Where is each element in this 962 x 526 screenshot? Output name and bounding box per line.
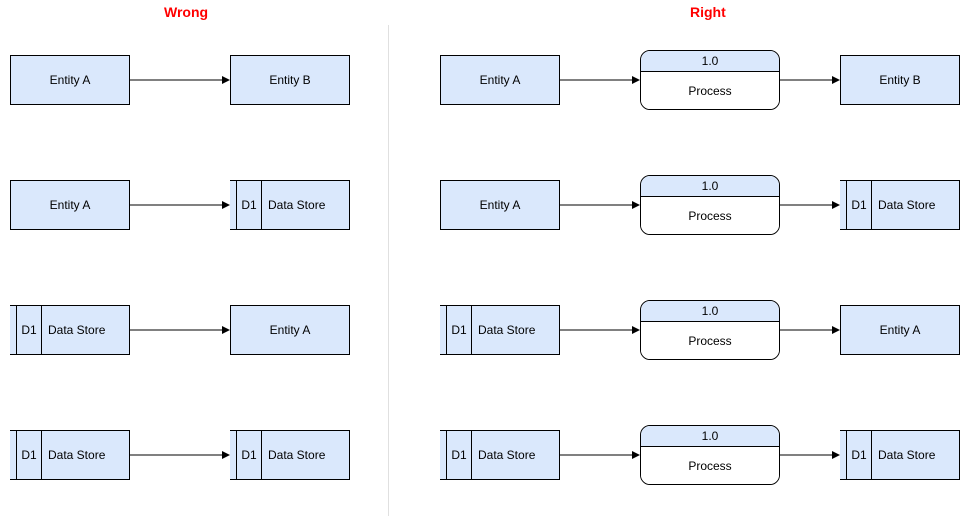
datastore-name: Data Store	[472, 306, 559, 354]
right-r1-process: 1.0 Process	[640, 50, 780, 110]
datastore-name: Data Store	[472, 431, 559, 479]
wrong-r2-entity-a: Entity A	[10, 180, 130, 230]
entity-label: Entity A	[480, 73, 521, 87]
process-id: 1.0	[641, 301, 779, 322]
datastore-name: Data Store	[872, 181, 959, 229]
datastore-name: Data Store	[42, 431, 129, 479]
entity-label: Entity A	[50, 73, 91, 87]
right-r2-arrow1	[560, 201, 640, 209]
right-r4-datastore-right: D1 Data Store	[840, 430, 960, 480]
datastore-id: D1	[237, 431, 262, 479]
process-id: 1.0	[641, 51, 779, 72]
right-r3-arrow2	[780, 326, 840, 334]
datastore-edge	[840, 181, 847, 229]
datastore-id: D1	[17, 306, 42, 354]
datastore-name: Data Store	[872, 431, 959, 479]
column-divider	[388, 25, 389, 516]
datastore-id: D1	[447, 431, 472, 479]
wrong-r2-arrow	[130, 201, 230, 209]
entity-label: Entity A	[50, 198, 91, 212]
process-name: Process	[641, 197, 779, 234]
datastore-id: D1	[847, 431, 872, 479]
entity-label: Entity B	[269, 73, 310, 87]
datastore-edge	[840, 431, 847, 479]
wrong-r2-datastore: D1 Data Store	[230, 180, 350, 230]
right-r1-arrow2	[780, 76, 840, 84]
datastore-name: Data Store	[262, 431, 349, 479]
wrong-r1-entity-a: Entity A	[10, 55, 130, 105]
datastore-name: Data Store	[262, 181, 349, 229]
wrong-r3-arrow	[130, 326, 230, 334]
wrong-r3-datastore: D1 Data Store	[10, 305, 130, 355]
datastore-id: D1	[847, 181, 872, 229]
datastore-edge	[230, 431, 237, 479]
process-name: Process	[641, 447, 779, 484]
entity-label: Entity B	[879, 73, 920, 87]
right-r4-process: 1.0 Process	[640, 425, 780, 485]
wrong-r4-datastore-right: D1 Data Store	[230, 430, 350, 480]
right-r1-arrow1	[560, 76, 640, 84]
datastore-edge	[10, 306, 17, 354]
datastore-edge	[440, 306, 447, 354]
process-name: Process	[641, 72, 779, 109]
right-r3-entity-a: Entity A	[840, 305, 960, 355]
datastore-edge	[230, 181, 237, 229]
entity-label: Entity A	[270, 323, 311, 337]
datastore-edge	[440, 431, 447, 479]
process-name: Process	[641, 322, 779, 359]
heading-wrong: Wrong	[164, 4, 208, 20]
right-r4-arrow1	[560, 451, 640, 459]
wrong-r1-arrow	[130, 76, 230, 84]
right-r3-datastore: D1 Data Store	[440, 305, 560, 355]
wrong-r1-entity-b: Entity B	[230, 55, 350, 105]
right-r2-entity-a: Entity A	[440, 180, 560, 230]
heading-right: Right	[690, 4, 726, 20]
right-r1-entity-a: Entity A	[440, 55, 560, 105]
datastore-edge	[10, 431, 17, 479]
right-r3-arrow1	[560, 326, 640, 334]
right-r1-entity-b: Entity B	[840, 55, 960, 105]
entity-label: Entity A	[480, 198, 521, 212]
right-r2-arrow2	[780, 201, 840, 209]
wrong-r3-entity-a: Entity A	[230, 305, 350, 355]
wrong-r4-datastore-left: D1 Data Store	[10, 430, 130, 480]
datastore-id: D1	[237, 181, 262, 229]
entity-label: Entity A	[880, 323, 921, 337]
right-r2-process: 1.0 Process	[640, 175, 780, 235]
right-r2-datastore: D1 Data Store	[840, 180, 960, 230]
right-r4-arrow2	[780, 451, 840, 459]
process-id: 1.0	[641, 176, 779, 197]
datastore-id: D1	[17, 431, 42, 479]
datastore-name: Data Store	[42, 306, 129, 354]
right-r3-process: 1.0 Process	[640, 300, 780, 360]
process-id: 1.0	[641, 426, 779, 447]
datastore-id: D1	[447, 306, 472, 354]
right-r4-datastore-left: D1 Data Store	[440, 430, 560, 480]
wrong-r4-arrow	[130, 451, 230, 459]
